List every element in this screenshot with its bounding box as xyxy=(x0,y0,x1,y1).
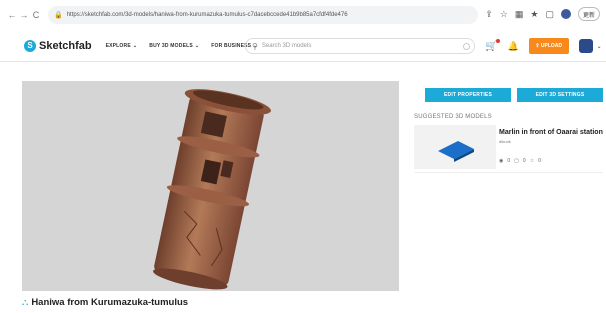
views-count: 0 xyxy=(507,158,511,164)
model-title-text: Haniwa from Kurumazuka-tumulus xyxy=(31,297,189,308)
nav-explore[interactable]: EXPLORE ⌄ xyxy=(106,43,138,49)
back-button[interactable]: ← xyxy=(6,10,18,20)
reload-button[interactable]: C xyxy=(30,10,42,20)
search-input[interactable]: ⚲ Search 3D models xyxy=(245,38,475,54)
sidepanel-icon[interactable]: ▢ xyxy=(545,9,554,20)
search-filter-icon[interactable] xyxy=(463,42,470,50)
haniwa-model-render xyxy=(153,89,271,290)
staff-pick-icon: ⛬ xyxy=(22,297,29,307)
browser-toolbar: ← → C 🔒 https://sketchfab.com/3d-models/… xyxy=(0,0,606,30)
extension-icon[interactable]: ▦ xyxy=(515,9,524,20)
bookmark-star-icon[interactable]: ☆ xyxy=(500,9,508,20)
marlin-thumbnail-image xyxy=(438,141,474,162)
edit-properties-button[interactable]: EDIT PROPERTIES xyxy=(425,88,511,102)
views-icon: ◉ xyxy=(499,158,504,164)
url-text: https://sketchfab.com/3d-models/haniwa-f… xyxy=(66,12,348,18)
comments-count: 0 xyxy=(522,158,526,164)
cart-badge xyxy=(496,38,501,43)
sketchfab-logo-icon: S xyxy=(24,39,36,52)
chevron-down-icon[interactable]: ⌄ xyxy=(597,43,602,50)
comment-icon: ▢ xyxy=(514,158,519,164)
suggested-model-card[interactable]: Marlin in front of Oaarai station dibunk… xyxy=(414,125,603,169)
edit-buttons: EDIT PROPERTIES EDIT 3D SETTINGS xyxy=(425,88,603,102)
logo-text: Sketchfab xyxy=(39,39,92,52)
address-bar[interactable]: 🔒 https://sketchfab.com/3d-models/haniwa… xyxy=(48,6,478,24)
update-button[interactable]: 更新 xyxy=(577,7,600,21)
avatar[interactable] xyxy=(578,39,593,53)
main-nav: EXPLORE ⌄ BUY 3D MODELS ⌄ FOR BUSINESS ⌄ xyxy=(106,43,258,49)
model-viewer[interactable] xyxy=(22,81,399,291)
nav-buy-3d-models[interactable]: BUY 3D MODELS ⌄ xyxy=(149,43,199,49)
chevron-down-icon: ⌄ xyxy=(194,42,200,49)
model-title: ⛬ Haniwa from Kurumazuka-tumulus xyxy=(22,297,188,308)
browser-actions: ⇪ ☆ ▦ ★ ▢ 更新 xyxy=(485,7,600,21)
suggested-model-thumbnail[interactable] xyxy=(414,125,496,169)
extension-pin-icon[interactable]: ★ xyxy=(530,9,538,20)
search-placeholder: Search 3D models xyxy=(261,43,312,49)
likes-count: 0 xyxy=(538,158,541,164)
share-icon[interactable]: ⇪ xyxy=(485,9,493,20)
edit-3d-settings-button[interactable]: EDIT 3D SETTINGS xyxy=(517,88,603,102)
forward-button[interactable]: → xyxy=(18,10,30,20)
search-icon: ⚲ xyxy=(252,41,258,51)
suggested-model-title[interactable]: Marlin in front of Oaarai station xyxy=(499,129,603,136)
account-icon[interactable] xyxy=(560,9,571,19)
chevron-down-icon: ⌄ xyxy=(132,42,138,49)
cart-icon[interactable]: 🛒 xyxy=(485,38,501,52)
header-actions: 🛒 🔔 ⇧ UPLOAD ⌄ xyxy=(485,38,602,54)
suggested-heading: SUGGESTED 3D MODELS xyxy=(414,114,492,120)
upload-button[interactable]: ⇧ UPLOAD xyxy=(528,38,569,54)
bell-icon[interactable]: 🔔 xyxy=(507,41,518,52)
site-header: S Sketchfab EXPLORE ⌄ BUY 3D MODELS ⌄ FOR … xyxy=(0,30,606,62)
suggested-model-stats: ◉ 0 ▢ 0 ☆ 0 xyxy=(499,158,541,164)
divider xyxy=(414,172,603,173)
sketchfab-logo[interactable]: S Sketchfab xyxy=(24,39,92,52)
lock-icon: 🔒 xyxy=(54,12,63,19)
suggested-model-author[interactable]: dibunk xyxy=(499,139,511,144)
like-icon: ☆ xyxy=(529,158,535,164)
